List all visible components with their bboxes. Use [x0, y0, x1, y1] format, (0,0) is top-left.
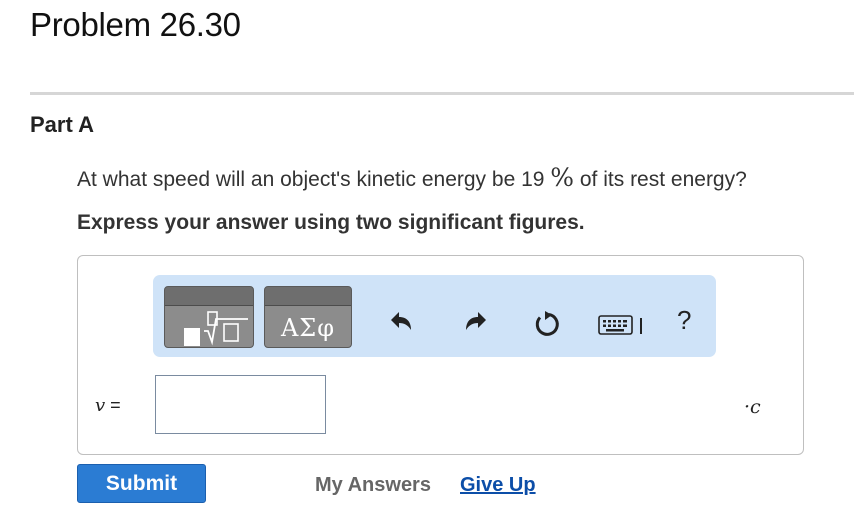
percent-symbol: %	[550, 163, 575, 192]
question-text-after: of its rest energy?	[574, 168, 747, 191]
answer-instruction: Express your answer using two significan…	[77, 211, 585, 234]
math-toolbar: ΑΣφ ?	[153, 275, 716, 357]
help-icon[interactable]: ?	[677, 305, 691, 336]
submit-button[interactable]: Submit	[77, 464, 206, 503]
templates-button[interactable]	[164, 286, 254, 348]
keyboard-icon[interactable]	[598, 313, 648, 337]
templates-sqrt-icon	[184, 311, 248, 346]
undo-icon[interactable]	[389, 311, 413, 333]
answer-input[interactable]	[155, 375, 326, 434]
symbols-label: ΑΣφ	[280, 314, 336, 342]
header-divider	[30, 92, 854, 95]
question-text-before: At what speed will an object's kinetic e…	[77, 168, 551, 191]
problem-title: Problem 26.30	[30, 6, 241, 43]
part-title: Part A	[30, 112, 94, 137]
my-answers-link[interactable]: My Answers	[315, 474, 431, 497]
question-text: At what speed will an object's kinetic e…	[77, 163, 747, 192]
unit-symbol: c	[750, 396, 761, 418]
answer-variable-label: v =	[95, 395, 121, 416]
symbols-button[interactable]: ΑΣφ	[264, 286, 352, 348]
answer-unit: ·c	[744, 396, 761, 418]
answer-variable: v	[95, 395, 106, 416]
redo-icon[interactable]	[464, 311, 488, 333]
reset-icon[interactable]	[533, 310, 561, 338]
answer-equals: =	[105, 395, 121, 415]
give-up-link[interactable]: Give Up	[460, 474, 536, 497]
